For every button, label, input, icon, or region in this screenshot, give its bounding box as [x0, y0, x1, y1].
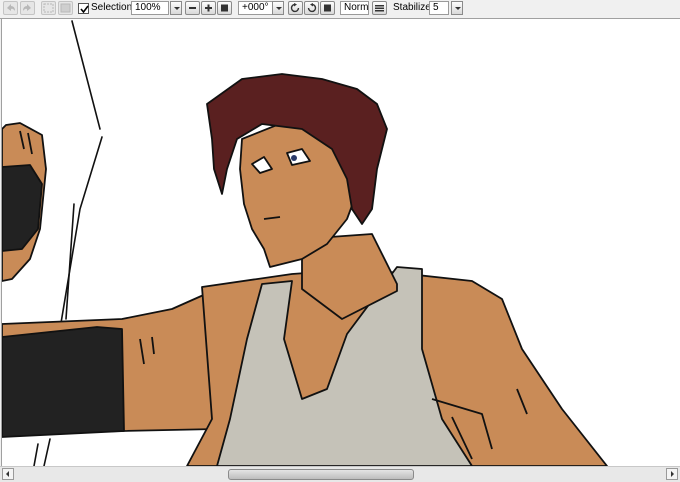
toolbar: Selection 100% +000° Normal Stabilizer 5 [0, 0, 680, 19]
stabilizer-label: Stabilizer [393, 2, 435, 13]
redo-icon [23, 4, 31, 11]
chevron-down-icon [455, 7, 461, 10]
undo-button[interactable] [3, 1, 18, 15]
redo-button[interactable] [20, 1, 35, 15]
drawing-canvas[interactable] [1, 19, 680, 466]
checkmark-icon [80, 5, 89, 14]
zoom-in-button[interactable] [201, 1, 216, 15]
selection-checkbox[interactable] [78, 3, 89, 14]
minus-icon [189, 7, 196, 9]
zoom-reset-button[interactable] [217, 1, 232, 15]
zoom-dropdown-button[interactable] [170, 1, 182, 15]
rotate-right-button[interactable] [304, 1, 319, 15]
stabilizer-dropdown-button[interactable] [451, 1, 463, 15]
rotate-right-icon [307, 3, 317, 13]
deselect-button[interactable] [41, 1, 56, 15]
zoom-out-button[interactable] [185, 1, 200, 15]
scroll-right-button[interactable] [666, 468, 678, 480]
square-icon [221, 4, 228, 12]
chevron-right-icon [671, 471, 674, 477]
flip-view-button[interactable] [372, 1, 387, 15]
chevron-down-icon [276, 7, 282, 10]
rotation-field[interactable]: +000° [238, 1, 276, 15]
selection-label: Selection [91, 2, 133, 13]
raised-arm [2, 122, 47, 282]
invert-selection-button[interactable] [58, 1, 73, 15]
rotation-dropdown-button[interactable] [272, 1, 284, 15]
artwork [2, 20, 608, 466]
stabilizer-field[interactable]: 5 [429, 1, 449, 15]
scroll-thumb[interactable] [228, 469, 414, 480]
undo-icon [7, 4, 15, 11]
horizontal-scrollbar[interactable] [0, 466, 680, 482]
zoom-field[interactable]: 100% [131, 1, 169, 15]
blend-mode-field[interactable]: Normal [340, 1, 369, 15]
square-icon [324, 4, 331, 12]
scroll-left-button[interactable] [2, 468, 14, 480]
chevron-left-icon [6, 471, 9, 477]
chevron-down-icon [174, 7, 180, 10]
rotate-left-icon [290, 3, 300, 13]
invert-selection-icon [60, 3, 71, 13]
rotate-left-button[interactable] [288, 1, 303, 15]
plus-icon [205, 4, 212, 12]
deselect-icon [43, 3, 54, 13]
torso [186, 266, 608, 466]
rotation-reset-button[interactable] [320, 1, 335, 15]
flip-icon [375, 5, 384, 12]
